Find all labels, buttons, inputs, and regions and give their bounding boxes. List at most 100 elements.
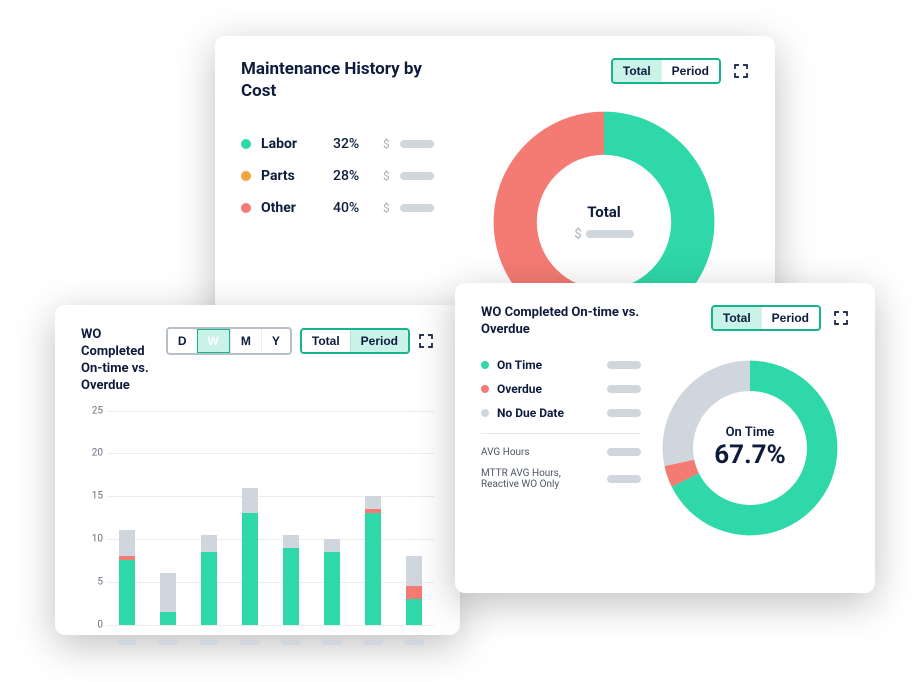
expand-icon[interactable]	[733, 63, 749, 79]
bar-segment	[119, 560, 135, 624]
sub-stat-row: AVG Hours	[481, 442, 641, 463]
redacted-value	[400, 172, 434, 180]
toggle-total[interactable]: Total	[302, 330, 350, 352]
donut-center-value: 67.7%	[714, 440, 786, 470]
legend-label: On Time	[497, 358, 599, 372]
card-title: Maintenance History by Cost	[241, 58, 441, 102]
grid-line	[107, 625, 434, 626]
y-tick: 20	[92, 448, 103, 459]
wo-bar-card: WO Completed On-time vs. Overdue DWMY To…	[55, 305, 460, 635]
bar-segment	[160, 573, 176, 612]
card-header: WO Completed On-time vs. Overdue Total P…	[481, 305, 849, 339]
card-header-controls: Total Period	[611, 58, 749, 84]
toggle-period[interactable]: Period	[761, 307, 819, 329]
redacted-value	[607, 385, 641, 393]
bar-segment	[324, 539, 340, 552]
bar-column	[406, 411, 422, 625]
y-tick: 25	[92, 405, 103, 416]
legend-dot	[241, 171, 251, 181]
card-header: WO Completed On-time vs. Overdue DWMY To…	[81, 327, 434, 395]
redacted-value	[607, 475, 641, 483]
toggle-period[interactable]: Period	[350, 330, 408, 352]
card-title: WO Completed On-time vs. Overdue	[81, 327, 166, 395]
redacted-value	[607, 448, 641, 456]
x-tick-redacted	[404, 639, 424, 645]
legend-label: Parts	[261, 168, 323, 184]
legend-pct: 40%	[333, 200, 373, 216]
bar-segment	[324, 552, 340, 625]
x-axis	[107, 633, 434, 651]
legend-dot	[241, 203, 251, 213]
y-tick: 10	[92, 533, 103, 544]
sub-stat-row: MTTR AVG Hours, Reactive WO Only	[481, 463, 641, 495]
pie-center-value: $	[574, 227, 633, 242]
bar-segment	[406, 556, 422, 586]
legend-label: No Due Date	[497, 406, 599, 420]
bar-segment	[283, 548, 299, 625]
donut-center: On Time 67.7%	[714, 425, 786, 470]
range-y[interactable]: Y	[261, 329, 290, 353]
legend-label: Other	[261, 200, 323, 216]
legend-label: Overdue	[497, 382, 599, 396]
total-period-toggle: Total Period	[300, 328, 410, 354]
y-axis: 0510152025	[81, 411, 103, 625]
legend-row: Labor 32% $	[241, 128, 441, 160]
donut-center-label: On Time	[714, 425, 786, 440]
range-d[interactable]: D	[168, 329, 197, 353]
dollar-icon: $	[383, 169, 390, 183]
redacted-value	[607, 361, 641, 369]
legend-label: Labor	[261, 136, 323, 152]
toggle-total[interactable]: Total	[713, 307, 761, 329]
total-period-toggle: Total Period	[611, 58, 721, 84]
bar-segment	[406, 586, 422, 599]
redacted-value	[400, 140, 434, 148]
legend-dot	[481, 385, 489, 393]
bar-segment	[242, 488, 258, 514]
redacted-value	[607, 409, 641, 417]
total-period-toggle: Total Period	[711, 305, 821, 331]
legend-row: Parts 28% $	[241, 160, 441, 192]
dollar-icon: $	[383, 137, 390, 151]
x-tick-redacted	[199, 639, 219, 645]
legend-row: No Due Date	[481, 401, 641, 425]
legend-dot	[481, 361, 489, 369]
bar-segment	[365, 496, 381, 509]
bar-segment	[365, 513, 381, 624]
legend-pct: 32%	[333, 136, 373, 152]
bar-segment	[406, 599, 422, 625]
expand-icon[interactable]	[418, 333, 434, 349]
bar-column	[242, 411, 258, 625]
bars	[107, 411, 434, 625]
bar-column	[119, 411, 135, 625]
card-header-controls: Total Period	[711, 305, 849, 331]
divider	[481, 433, 641, 434]
y-tick: 0	[97, 619, 103, 630]
card-header: Maintenance History by Cost Total Period	[241, 58, 749, 102]
donut-legend: On Time Overdue No Due Date AVG Hours MT…	[481, 353, 641, 543]
range-w[interactable]: W	[197, 329, 230, 353]
date-range-toggle: DWMY	[166, 327, 292, 355]
bar-segment	[201, 552, 217, 625]
bar-segment	[119, 530, 135, 556]
redacted-value	[586, 230, 634, 238]
bar-column	[324, 411, 340, 625]
sub-stat-label: AVG Hours	[481, 447, 530, 458]
y-tick: 5	[97, 576, 103, 587]
toggle-total[interactable]: Total	[613, 60, 661, 82]
x-tick-redacted	[322, 639, 342, 645]
legend-dot	[481, 409, 489, 417]
legend-dot	[241, 139, 251, 149]
bar-column	[283, 411, 299, 625]
bar-segment	[283, 535, 299, 548]
range-m[interactable]: M	[230, 329, 261, 353]
legend-row: Other 40% $	[241, 192, 441, 224]
pie-center: Total $	[574, 203, 633, 242]
expand-icon[interactable]	[833, 310, 849, 326]
redacted-value	[400, 204, 434, 212]
x-tick-redacted	[158, 639, 178, 645]
toggle-period[interactable]: Period	[661, 60, 719, 82]
legend-row: Overdue	[481, 377, 641, 401]
legend-pct: 28%	[333, 168, 373, 184]
bar-segment	[201, 535, 217, 552]
x-tick-redacted	[281, 639, 301, 645]
